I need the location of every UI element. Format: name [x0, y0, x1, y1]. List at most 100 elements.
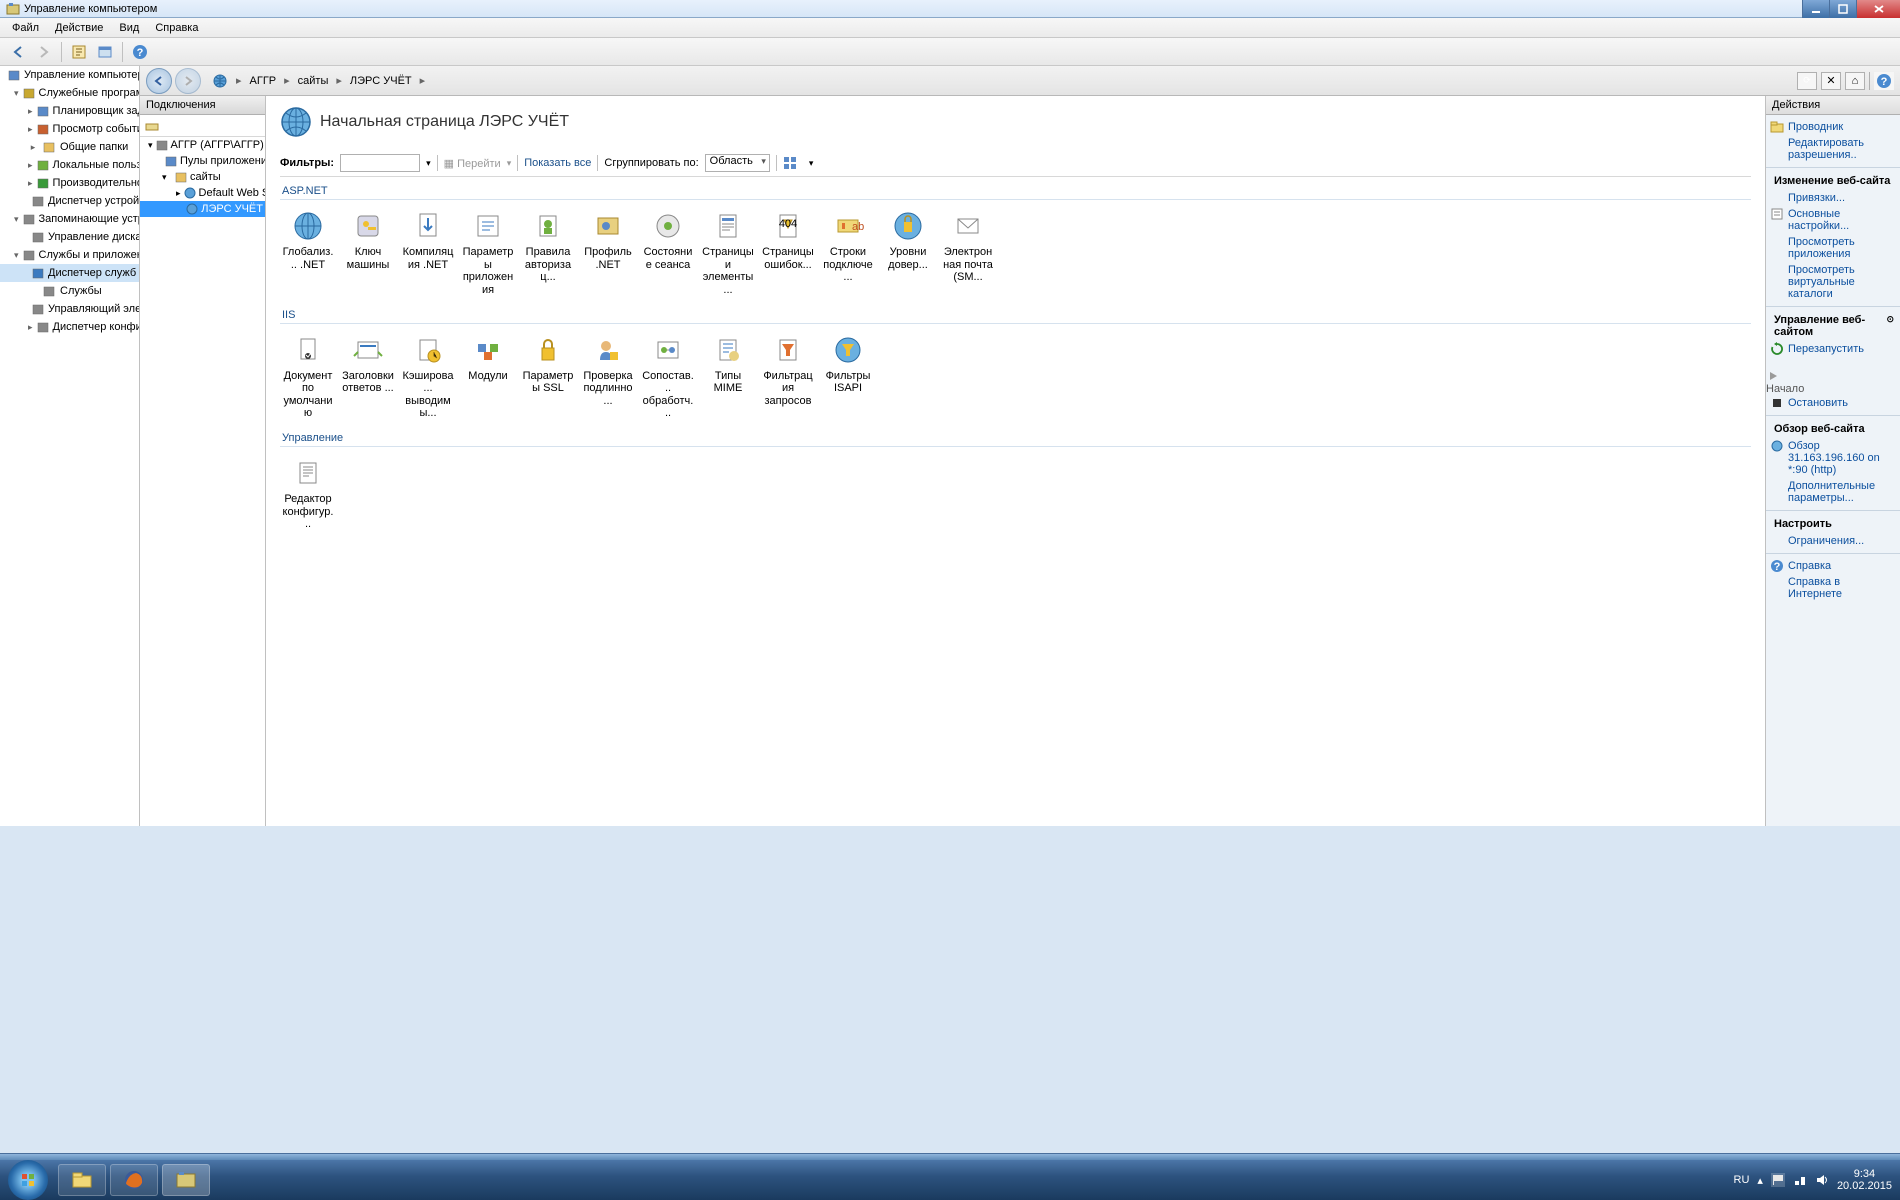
tray-clock[interactable]: 9:34 20.02.2015	[1837, 1168, 1892, 1192]
feature-item[interactable]: Заголовки ответов ...	[340, 330, 396, 425]
properties-button[interactable]	[67, 40, 91, 64]
action-advanced[interactable]: Дополнительные параметры...	[1766, 478, 1900, 506]
tree-node[interactable]: Управление дисками	[0, 228, 139, 246]
svg-text:?: ?	[137, 47, 144, 59]
subhead-browse: Обзор веб-сайта	[1766, 420, 1900, 438]
nav-forward-button[interactable]	[32, 40, 56, 64]
iis-help-button[interactable]: ?	[1874, 72, 1894, 90]
action-view-apps[interactable]: Просмотреть приложения	[1766, 234, 1900, 262]
maximize-button[interactable]	[1829, 0, 1856, 18]
feature-item[interactable]: Электронная почта (SM...	[940, 206, 996, 301]
feature-item[interactable]: Модули	[460, 330, 516, 425]
connection-node[interactable]: Пулы приложени	[140, 153, 265, 169]
help-button[interactable]: ?	[128, 40, 152, 64]
feature-item[interactable]: Компиляция .NET	[400, 206, 456, 301]
feature-item[interactable]: Фильтрация запросов	[760, 330, 816, 425]
action-limits[interactable]: Ограничения...	[1766, 533, 1900, 549]
tray-network-icon[interactable]	[1793, 1173, 1807, 1187]
action-view-vdirs[interactable]: Просмотреть виртуальные каталоги	[1766, 262, 1900, 302]
groupby-dropdown[interactable]: Область	[705, 154, 770, 172]
feature-item[interactable]: Редактор конфигур...	[280, 453, 336, 535]
tree-node[interactable]: ▸Просмотр событий	[0, 120, 139, 138]
iis-back-button[interactable]	[146, 68, 172, 94]
collapse-icon[interactable]: ⊙	[1886, 314, 1894, 338]
feature-item[interactable]: Фильтры ISAPI	[820, 330, 876, 425]
task-firefox[interactable]	[110, 1164, 158, 1196]
action-basic-settings[interactable]: Основные настройки...	[1766, 206, 1900, 234]
tree-node[interactable]: Управляющий элемен	[0, 300, 139, 318]
feature-item[interactable]: Кэширова... выводимы...	[400, 330, 456, 425]
view-mode-button[interactable]	[783, 155, 803, 171]
tree-node[interactable]: ▸Общие папки	[0, 138, 139, 156]
action-help[interactable]: ?Справка	[1766, 558, 1900, 574]
connection-node[interactable]: ▸Default Web Sit	[140, 185, 265, 201]
menu-file[interactable]: Файл	[4, 20, 47, 36]
bc-item[interactable]: АГГР	[250, 75, 277, 87]
action-restart[interactable]: Перезапустить	[1766, 341, 1900, 357]
window-title: Управление компьютером	[24, 3, 157, 15]
feature-item[interactable]: Параметры SSL	[520, 330, 576, 425]
tree-node[interactable]: Управление компьютером (л	[0, 66, 139, 84]
close-button[interactable]	[1856, 0, 1900, 18]
tree-node[interactable]: ▸Производительность	[0, 174, 139, 192]
feature-item[interactable]: Параметры приложения	[460, 206, 516, 301]
tray-lang[interactable]: RU	[1734, 1174, 1750, 1186]
go-button[interactable]: ▦ Перейти	[444, 157, 501, 170]
connect-icon[interactable]	[144, 118, 160, 134]
task-mmc[interactable]	[162, 1164, 210, 1196]
menu-view[interactable]: Вид	[111, 20, 147, 36]
bc-item[interactable]: сайты	[298, 75, 329, 87]
tree-node[interactable]: ▾Службы и приложения	[0, 246, 139, 264]
svg-text:404: 404	[779, 218, 797, 230]
feature-item[interactable]: Состояние сеанса	[640, 206, 696, 301]
filter-input[interactable]	[340, 154, 420, 172]
tree-node[interactable]: Диспетчер устройств	[0, 192, 139, 210]
view-button[interactable]	[93, 40, 117, 64]
iis-forward-button[interactable]	[175, 68, 201, 94]
feature-item[interactable]: Документ по умолчанию	[280, 330, 336, 425]
tree-node[interactable]: ▸Планировщик задани	[0, 102, 139, 120]
action-online-help[interactable]: Справка в Интернете	[1766, 574, 1900, 602]
tree-node[interactable]: ▾Служебные программы	[0, 84, 139, 102]
refresh-badge[interactable]: ⟳	[1797, 72, 1817, 90]
feature-item[interactable]: abСтроки подключе...	[820, 206, 876, 301]
tree-node[interactable]: Диспетчер служб IIS	[0, 264, 139, 282]
svg-text:ab: ab	[852, 221, 864, 233]
task-explorer[interactable]	[58, 1164, 106, 1196]
tree-node[interactable]: Службы	[0, 282, 139, 300]
minimize-button[interactable]	[1802, 0, 1829, 18]
action-explorer[interactable]: Проводник	[1766, 119, 1900, 135]
action-stop[interactable]: Остановить	[1766, 395, 1900, 411]
tree-node[interactable]: ▸Локальные пользоват	[0, 156, 139, 174]
bc-item[interactable]: ЛЭРС УЧЁТ	[350, 75, 412, 87]
feature-item[interactable]: 404Страницы ошибок...	[760, 206, 816, 301]
action-bindings[interactable]: Привязки...	[1766, 190, 1900, 206]
feature-item[interactable]: Типы MIME	[700, 330, 756, 425]
nav-back-button[interactable]	[6, 40, 30, 64]
showall-link[interactable]: Показать все	[524, 157, 591, 169]
connection-node[interactable]: ЛЭРС УЧЁТ	[140, 201, 265, 217]
home-nav-button[interactable]: ⌂	[1845, 72, 1865, 90]
action-browse-url[interactable]: Обзор 31.163.196.160 on *:90 (http)	[1766, 438, 1900, 478]
tray-flag-icon[interactable]	[1771, 1173, 1785, 1187]
feature-item[interactable]: Проверка подлинно...	[580, 330, 636, 425]
feature-item[interactable]: Глобализ... .NET	[280, 206, 336, 301]
feature-item[interactable]: Страницы и элементы...	[700, 206, 756, 301]
tray-up-icon[interactable]: ▴	[1757, 1174, 1763, 1187]
tree-node[interactable]: ▾Запоминающие устройст	[0, 210, 139, 228]
feature-item[interactable]: Правила авторизац...	[520, 206, 576, 301]
toolbar: ?	[0, 38, 1900, 66]
connection-node[interactable]: ▾АГГР (АГГР\АГГР)	[140, 137, 265, 153]
stop-nav-button[interactable]: ✕	[1821, 72, 1841, 90]
tree-node[interactable]: ▸Диспетчер конфигура	[0, 318, 139, 336]
menu-action[interactable]: Действие	[47, 20, 111, 36]
tray-volume-icon[interactable]	[1815, 1173, 1829, 1187]
feature-item[interactable]: Уровни довер...	[880, 206, 936, 301]
action-edit-perms[interactable]: Редактировать разрешения..	[1766, 135, 1900, 163]
menu-help[interactable]: Справка	[147, 20, 206, 36]
feature-item[interactable]: Ключ машины	[340, 206, 396, 301]
start-button[interactable]	[8, 1160, 48, 1200]
connection-node[interactable]: ▾сайты	[140, 169, 265, 185]
feature-item[interactable]: Профиль .NET	[580, 206, 636, 301]
feature-item[interactable]: Сопостав... обработч...	[640, 330, 696, 425]
